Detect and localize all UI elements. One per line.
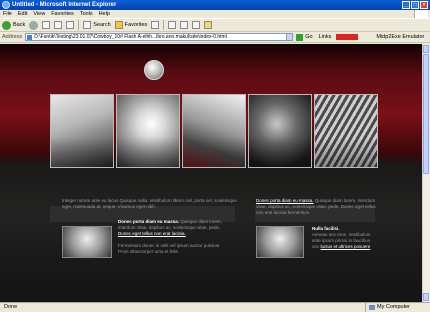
right-heading[interactable]: Donec porta diam eu massa. bbox=[256, 198, 314, 203]
forward-button[interactable] bbox=[29, 20, 39, 30]
toolbar: Back Search Favorites bbox=[0, 18, 430, 32]
address-input[interactable]: D:\Funtik\Testing\23.01.07\Cowboy_10# Fl… bbox=[25, 33, 288, 41]
page-viewport bbox=[0, 44, 430, 302]
forward-icon bbox=[29, 20, 39, 30]
refresh-icon[interactable] bbox=[54, 21, 63, 29]
photo-hands-pen[interactable] bbox=[182, 94, 246, 168]
address-bar: Address D:\Funtik\Testing\23.01.07\Cowbo… bbox=[0, 32, 430, 43]
status-text: Done bbox=[4, 304, 18, 310]
menu-favorites[interactable]: Favorites bbox=[51, 11, 74, 17]
left-article: Donec porta diam eu massa. Quisque diam … bbox=[118, 219, 228, 255]
page-icon bbox=[27, 35, 33, 40]
security-zone: My Computer bbox=[364, 303, 410, 312]
favorites-button[interactable]: Favorites bbox=[114, 21, 148, 29]
photo-man-thinking[interactable] bbox=[50, 94, 114, 168]
photo-keyboard-hands[interactable] bbox=[314, 94, 378, 168]
go-button[interactable]: Go bbox=[305, 34, 312, 40]
title-bar: Untitled - Microsoft Internet Explorer _… bbox=[0, 0, 430, 10]
address-label: Address bbox=[2, 34, 23, 40]
go-icon[interactable] bbox=[296, 33, 304, 41]
globe-logo-icon[interactable] bbox=[144, 60, 164, 80]
folder-icon[interactable] bbox=[204, 21, 213, 29]
photo-smiling-woman[interactable] bbox=[116, 94, 180, 168]
search-button[interactable]: Search bbox=[83, 21, 111, 29]
photo-businessman[interactable] bbox=[248, 94, 312, 168]
windows-logo-icon bbox=[414, 10, 428, 18]
scrollbar-thumb[interactable] bbox=[423, 54, 429, 174]
links-button[interactable]: Links bbox=[319, 34, 332, 40]
status-bar: Done My Computer bbox=[0, 302, 430, 312]
menu-file[interactable]: File bbox=[3, 11, 12, 17]
stop-icon[interactable] bbox=[42, 21, 51, 29]
window-title: Untitled - Microsoft Internet Explorer bbox=[12, 2, 117, 8]
scroll-up-button[interactable] bbox=[423, 45, 429, 53]
history-icon[interactable] bbox=[151, 21, 160, 29]
menu-view[interactable]: View bbox=[33, 11, 45, 17]
search-label: Search bbox=[93, 22, 111, 28]
menu-edit[interactable]: Edit bbox=[18, 11, 27, 17]
scroll-down-button[interactable] bbox=[423, 293, 429, 301]
home-icon[interactable] bbox=[66, 21, 75, 29]
meeting-thumbnail bbox=[62, 226, 112, 258]
window-controls: _ □ × bbox=[402, 1, 428, 9]
right-article: Donec porta diam eu massa. Quisque diam … bbox=[256, 198, 376, 216]
toolbar-plugin-icon[interactable] bbox=[336, 34, 359, 40]
close-button[interactable]: × bbox=[420, 1, 428, 9]
print-icon[interactable] bbox=[180, 21, 189, 29]
right-sub-article: Nulla facilisi. Aenean nec eros. Vestibu… bbox=[312, 226, 374, 250]
mail-icon[interactable] bbox=[168, 21, 177, 29]
back-label: Back bbox=[13, 22, 26, 28]
menu-tools[interactable]: Tools bbox=[80, 11, 93, 17]
maximize-button[interactable]: □ bbox=[411, 1, 419, 9]
midp-emulator-button[interactable]: Midp2Exe Emulator bbox=[376, 34, 424, 40]
minimize-button[interactable]: _ bbox=[402, 1, 410, 9]
left-heading: Donec porta diam eu massa. bbox=[118, 219, 180, 224]
address-dropdown-button[interactable] bbox=[286, 33, 294, 41]
team-thumbnail bbox=[256, 226, 304, 258]
favorites-label: Favorites bbox=[124, 22, 148, 28]
toolbar-separator bbox=[163, 20, 165, 30]
edit-icon[interactable] bbox=[192, 21, 201, 29]
intro-paragraph: Integer rutrum ante eu lacus Quisque nul… bbox=[62, 198, 237, 209]
address-value: D:\Funtik\Testing\23.01.07\Cowboy_10# Fl… bbox=[34, 34, 227, 40]
favorites-icon bbox=[114, 21, 123, 29]
search-icon bbox=[83, 21, 92, 29]
left-bottom-text: Fermentum donec in velit vel ipsum aucto… bbox=[118, 243, 221, 254]
computer-icon bbox=[368, 305, 375, 310]
back-button[interactable]: Back bbox=[2, 20, 26, 30]
zone-label: My Computer bbox=[376, 304, 410, 310]
toolbar-separator bbox=[78, 20, 80, 30]
back-icon bbox=[2, 20, 11, 30]
left-link[interactable]: Donec eget tellus non erat lacinia. bbox=[118, 231, 186, 236]
ie-icon bbox=[2, 1, 10, 9]
header-photo-strip bbox=[50, 94, 380, 168]
menu-help[interactable]: Help bbox=[99, 11, 110, 17]
menu-bar: File Edit View Favorites Tools Help bbox=[0, 10, 430, 18]
right-sub-link[interactable]: luctus et ultrices posuere bbox=[321, 244, 371, 249]
